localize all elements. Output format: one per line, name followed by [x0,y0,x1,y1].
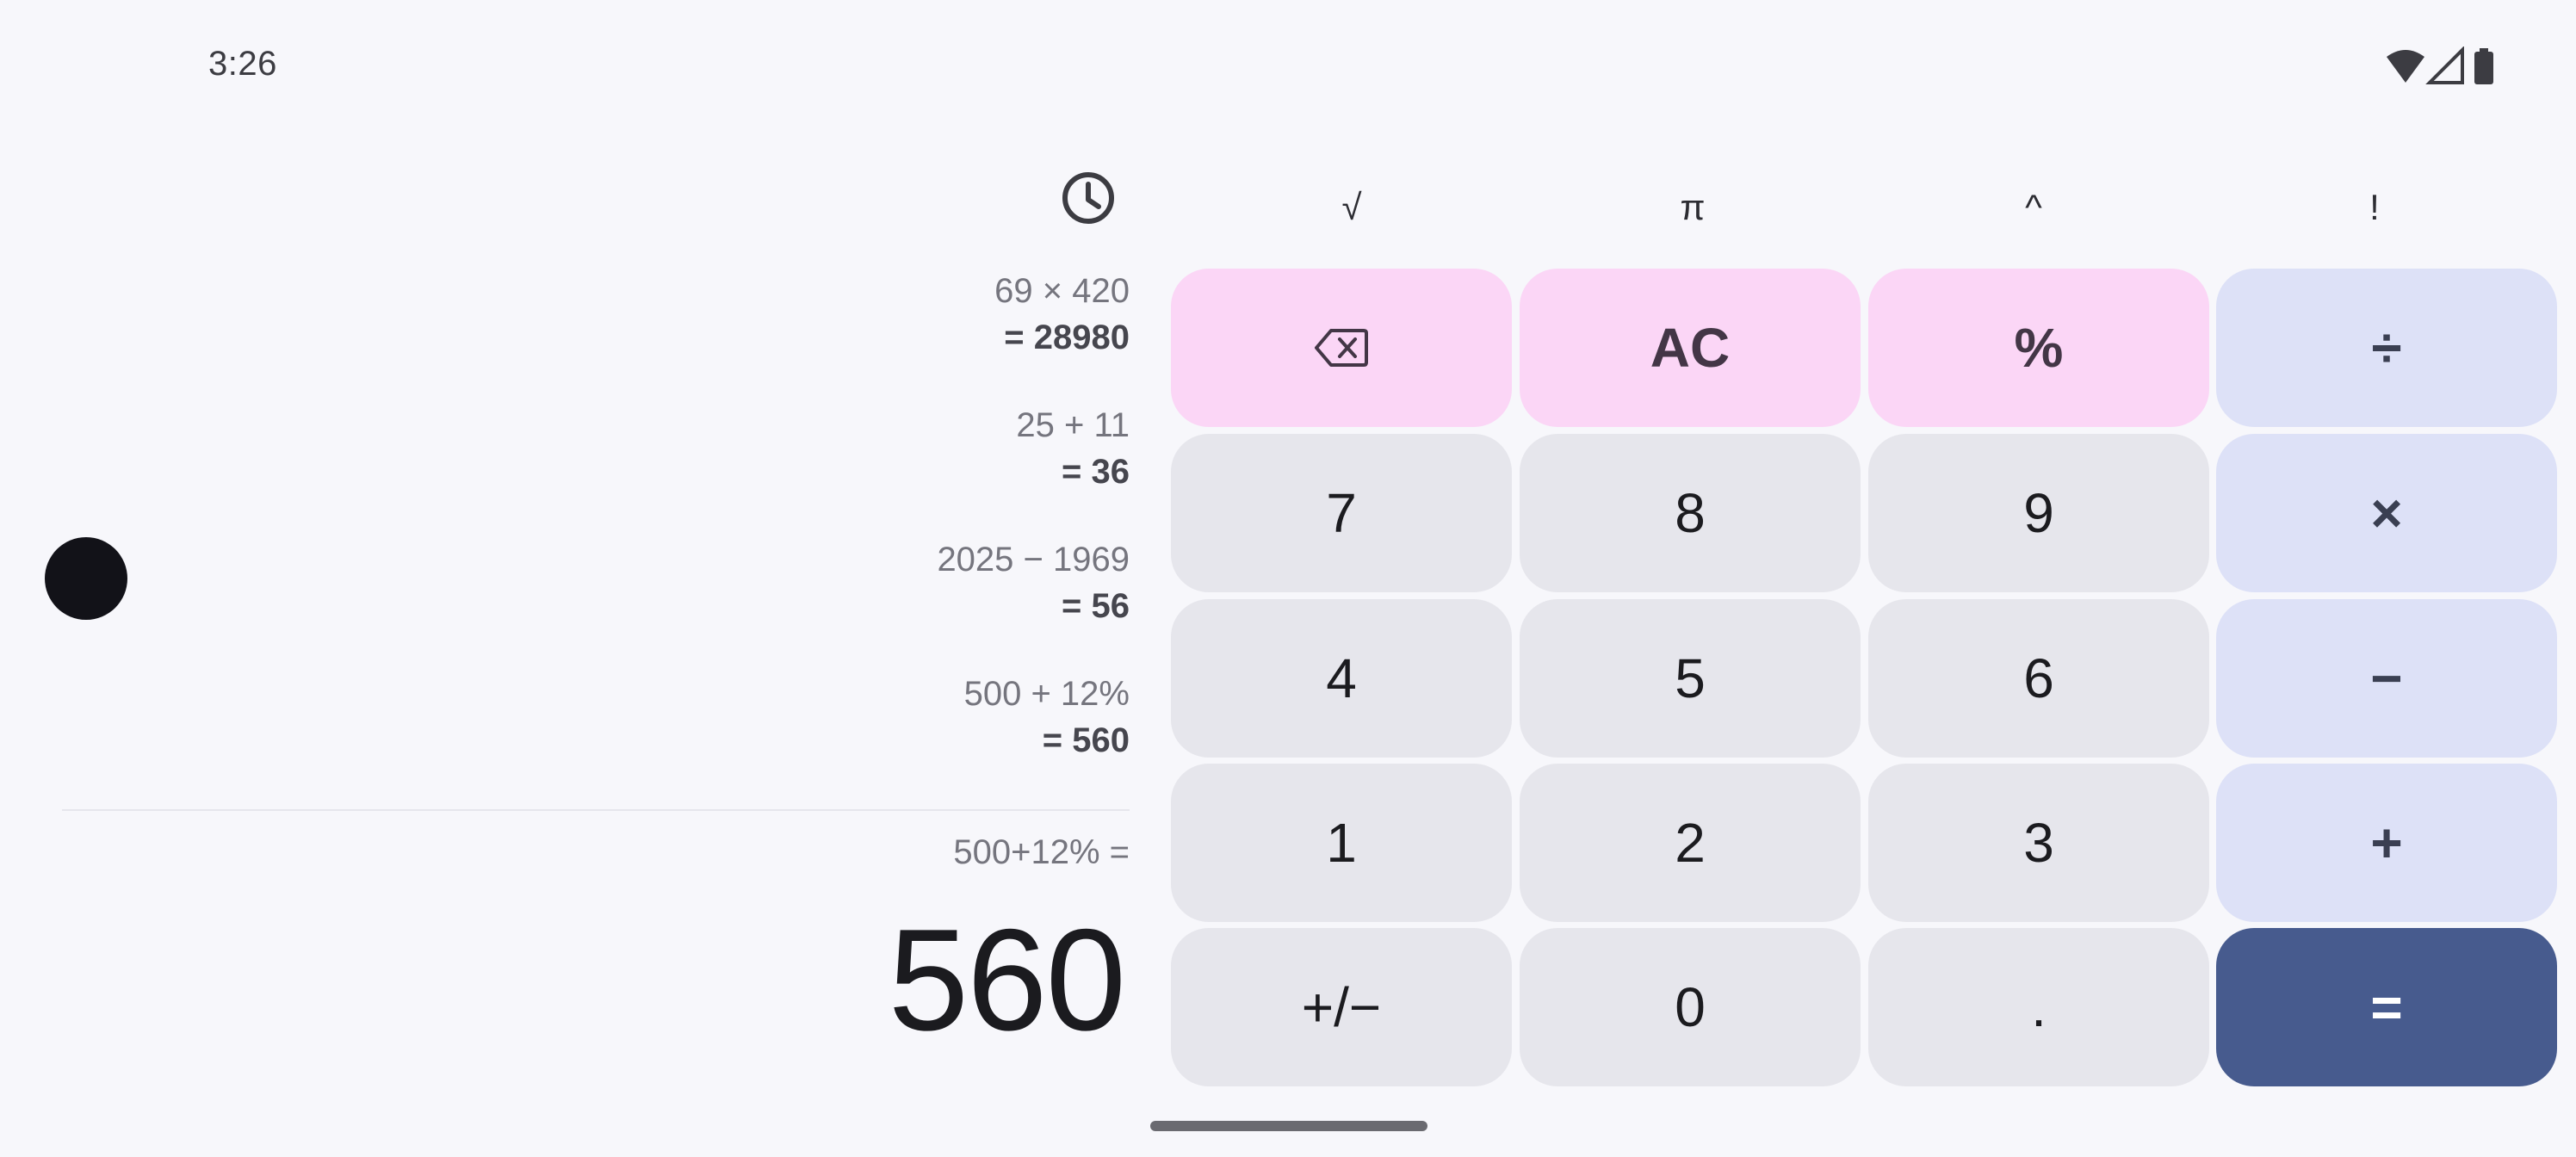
backspace-button[interactable] [1171,269,1512,427]
digit-3-button[interactable]: 3 [1868,764,2209,922]
pi-button[interactable]: π [1520,169,1865,246]
cell-signal-icon [2425,46,2464,84]
equals-button[interactable]: = [2216,928,2557,1086]
history-result: = 36 [1062,453,1130,491]
negate-button[interactable]: +/− [1171,928,1512,1086]
digit-5-button[interactable]: 5 [1520,599,1861,758]
digit-0-button[interactable]: 0 [1520,928,1861,1086]
battery-icon [2474,48,2493,84]
wifi-icon [2387,50,2424,83]
history-clock-icon[interactable] [1057,167,1119,229]
digit-8-button[interactable]: 8 [1520,434,1861,592]
backspace-icon [1315,329,1368,367]
digit-9-button[interactable]: 9 [1868,434,2209,592]
history-entry[interactable]: 25 + 11 = 36 [1016,403,1130,496]
digit-4-button[interactable]: 4 [1171,599,1512,758]
digit-2-button[interactable]: 2 [1520,764,1861,922]
history-result: = 56 [1062,587,1130,625]
history-entry[interactable]: 69 × 420 = 28980 [994,269,1130,362]
home-indicator[interactable] [1150,1121,1427,1131]
digit-1-button[interactable]: 1 [1171,764,1512,922]
subtract-button[interactable]: − [2216,599,2557,758]
current-expression[interactable]: 500+12% = [953,833,1130,872]
decimal-button[interactable]: . [1868,928,2209,1086]
digit-7-button[interactable]: 7 [1171,434,1512,592]
divide-button[interactable]: ÷ [2216,269,2557,427]
history-expression: 500 + 12% [963,675,1130,713]
digit-6-button[interactable]: 6 [1868,599,2209,758]
add-button[interactable]: + [2216,764,2557,922]
current-result[interactable]: 560 [889,907,1126,1052]
history-expression: 25 + 11 [1016,406,1130,444]
power-button[interactable]: ^ [1861,169,2206,246]
history-entry[interactable]: 500 + 12% = 560 [964,671,1130,764]
clear-button[interactable]: AC [1520,269,1861,427]
multiply-button[interactable]: × [2216,434,2557,592]
history-result: = 560 [1042,721,1130,759]
factorial-button[interactable]: ! [2202,169,2547,246]
history-entry[interactable]: 2025 − 1969 = 56 [937,537,1130,630]
percent-button[interactable]: % [1868,269,2209,427]
history-divider [62,809,1130,811]
history-result: = 28980 [1004,319,1130,356]
sqrt-button[interactable]: √ [1180,169,1524,246]
floating-dot[interactable] [45,537,127,620]
history-expression: 69 × 420 [994,272,1130,310]
status-icons [2385,46,2505,86]
status-time: 3:26 [208,45,277,83]
history-expression: 2025 − 1969 [937,541,1130,578]
